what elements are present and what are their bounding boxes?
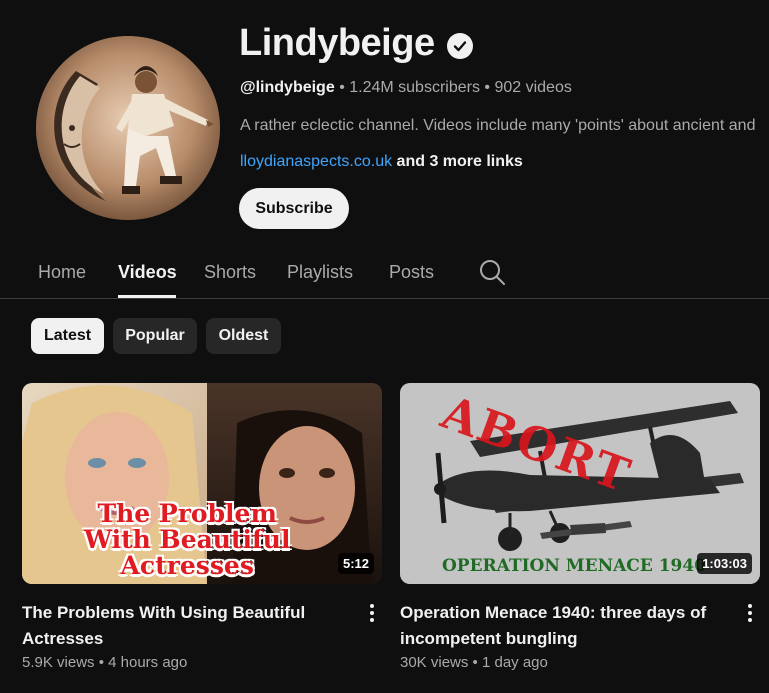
video-title[interactable]: Operation Menace 1940: three days of inc… [400, 600, 730, 652]
channel-name-text: Lindybeige [239, 22, 435, 64]
tab-posts[interactable]: Posts [389, 262, 434, 283]
subscriber-count: 1.24M subscribers [349, 79, 480, 96]
thumbnail-title-line: Actresses [120, 551, 254, 580]
video-meta: 5.9K views • 4 hours ago [22, 654, 187, 671]
video-thumbnail[interactable]: The Problem With Beautiful Actresses 5:1… [22, 383, 382, 584]
channel-tabs: Home Videos Shorts Playlists Posts [0, 250, 769, 299]
tab-playlists[interactable]: Playlists [287, 262, 353, 283]
thumbnail-caption: OPERATION MENACE 1940 [442, 556, 707, 576]
meta-separator: • [472, 654, 482, 671]
thumbnail-title-line: The Problem [97, 499, 277, 528]
channel-handle: @lindybeige [240, 79, 335, 96]
meta-separator: • [98, 654, 109, 671]
channel-website-link[interactable]: lloydianaspects.co.uk [240, 153, 392, 170]
channel-meta: @lindybeige • 1.24M subscribers • 902 vi… [240, 79, 572, 97]
channel-avatar[interactable] [36, 36, 220, 220]
video-meta: 30K views • 1 day ago [400, 654, 548, 671]
video-thumbnail[interactable]: ABORT OPERATION MENACE 1940 1:03:03 [400, 383, 760, 584]
tab-home[interactable]: Home [38, 262, 86, 283]
video-duration: 1:03:03 [697, 553, 752, 574]
meta-separator: • [484, 79, 495, 96]
tab-shorts[interactable]: Shorts [204, 262, 256, 283]
video-duration: 5:12 [337, 553, 374, 574]
video-count: 902 videos [494, 79, 572, 96]
channel-name: Lindybeige [239, 22, 473, 65]
check-circle-icon [446, 32, 473, 59]
more-links-button[interactable]: and 3 more links [397, 153, 523, 170]
thumbnail-title-overlay: The Problem With Beautiful Actresses [84, 501, 290, 579]
filter-oldest[interactable]: Oldest [206, 318, 281, 354]
more-vert-icon[interactable] [362, 602, 382, 624]
subscribe-button[interactable]: Subscribe [239, 188, 349, 229]
meta-separator: • [339, 79, 350, 96]
filter-popular[interactable]: Popular [113, 318, 197, 354]
thumbnail-title-line: With Beautiful [84, 525, 291, 554]
channel-description[interactable]: A rather eclectic channel. Videos includ… [240, 117, 769, 135]
channel-links: lloydianaspects.co.uk and 3 more links [240, 153, 523, 171]
search-icon[interactable] [478, 258, 506, 286]
view-count: 30K views [400, 654, 469, 671]
view-count: 5.9K views [22, 654, 95, 671]
filter-latest[interactable]: Latest [31, 318, 104, 354]
tab-videos[interactable]: Videos [118, 262, 177, 283]
more-vert-icon[interactable] [740, 602, 760, 624]
active-tab-indicator [118, 295, 176, 298]
avatar-moon-man-image [36, 36, 220, 220]
upload-age: 4 hours ago [108, 654, 188, 671]
video-title[interactable]: The Problems With Using Beautiful Actres… [22, 600, 347, 652]
upload-age: 1 day ago [481, 654, 548, 671]
